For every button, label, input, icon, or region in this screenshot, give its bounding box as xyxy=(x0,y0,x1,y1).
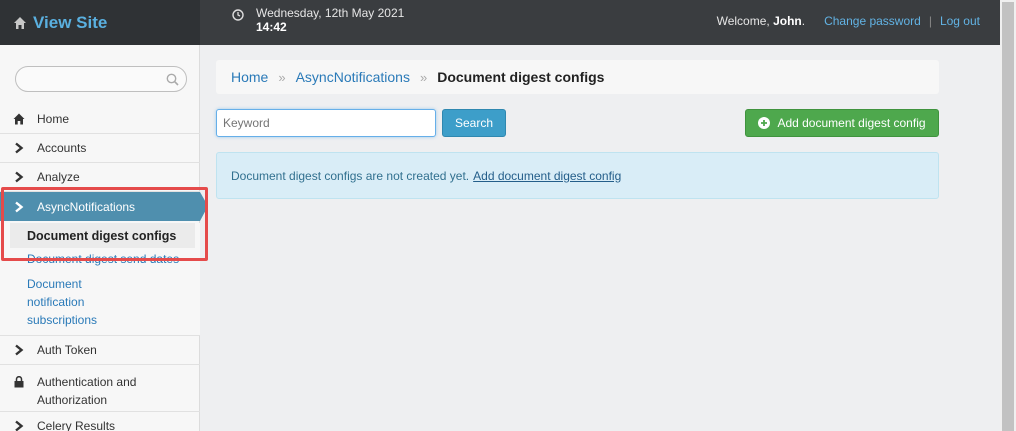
search-button[interactable]: Search xyxy=(442,109,506,137)
search-icon[interactable] xyxy=(166,73,179,86)
breadcrumb-section-link[interactable]: AsyncNotifications xyxy=(296,69,410,85)
sidebar-item-asyncnotifications[interactable]: AsyncNotifications xyxy=(0,192,208,221)
user-tools-separator: | xyxy=(928,14,932,28)
chevron-right-icon xyxy=(15,344,24,356)
sidebar-item-accounts[interactable]: Accounts xyxy=(0,134,200,163)
sidebar-search-input[interactable] xyxy=(15,66,187,92)
current-date: Wednesday, 12th May 2021 xyxy=(256,6,405,20)
keyword-search-input[interactable] xyxy=(216,109,436,137)
sidebar-item-label: Home xyxy=(37,112,70,126)
user-name: John xyxy=(773,14,802,28)
breadcrumb-current: Document digest configs xyxy=(437,69,605,85)
sidebar-item-label: Authentication and Authorization xyxy=(37,375,137,407)
breadcrumb-separator: » xyxy=(278,69,286,85)
sidebar-item-auth-token[interactable]: Auth Token xyxy=(0,336,200,365)
view-site-link[interactable]: View Site xyxy=(0,0,200,45)
welcome-text: Welcome, John. xyxy=(716,14,806,28)
breadcrumb-separator: » xyxy=(419,69,428,85)
home-icon xyxy=(13,113,25,125)
home-icon xyxy=(14,16,26,29)
brand-title[interactable]: View Site xyxy=(33,13,107,33)
asyncnotifications-submenu: Document digest configs Document digest … xyxy=(0,223,200,336)
clock-icon xyxy=(232,9,244,21)
top-header: View Site Wednesday, 12th May 2021 14:42… xyxy=(0,0,1000,45)
breadcrumb-home-link[interactable]: Home xyxy=(231,69,268,85)
sidebar-item-home[interactable]: Home xyxy=(0,105,200,134)
chevron-right-icon xyxy=(15,171,24,183)
subitem-document-digest-configs[interactable]: Document digest configs xyxy=(10,223,195,248)
sidebar: Home Accounts Analyze AsyncNotifications… xyxy=(0,45,208,431)
alert-text: Document digest configs are not created … xyxy=(231,168,470,183)
change-password-link[interactable]: Change password xyxy=(824,14,921,28)
user-tools: Welcome, John. Change password | Log out xyxy=(717,14,980,28)
chevron-right-icon xyxy=(15,420,24,431)
sidebar-item-celery-results[interactable]: Celery Results xyxy=(0,412,200,431)
chevron-right-icon xyxy=(15,142,24,154)
logout-link[interactable]: Log out xyxy=(940,14,980,28)
chevron-right-icon xyxy=(15,201,24,212)
sidebar-item-label: Analyze xyxy=(37,170,80,184)
sidebar-item-label: Auth Token xyxy=(37,343,97,357)
sidebar-nav: Home Accounts Analyze AsyncNotifications… xyxy=(0,105,208,431)
current-time: 14:42 xyxy=(256,20,287,34)
subitem-document-notification-subscriptions[interactable]: Document notification subscriptions xyxy=(0,275,140,329)
sidebar-item-label: Accounts xyxy=(37,141,87,155)
add-button-label: Add document digest config xyxy=(777,116,926,130)
datetime-display: Wednesday, 12th May 2021 14:42 xyxy=(232,7,404,34)
lock-icon xyxy=(14,376,24,388)
subitem-document-digest-send-dates[interactable]: Document digest send dates xyxy=(0,250,200,268)
breadcrumb: Home » AsyncNotifications » Document dig… xyxy=(216,60,939,94)
plus-circle-icon xyxy=(758,117,771,129)
sidebar-item-analyze[interactable]: Analyze xyxy=(0,163,200,192)
sidebar-item-authentication[interactable]: Authentication and Authorization xyxy=(0,365,200,412)
alert-add-link[interactable]: Add document digest config xyxy=(473,169,621,183)
scrollbar-thumb[interactable] xyxy=(1002,2,1014,431)
add-document-digest-config-button[interactable]: Add document digest config xyxy=(745,109,939,137)
empty-state-alert: Document digest configs are not created … xyxy=(216,152,939,199)
sidebar-item-label: Celery Results xyxy=(37,419,116,431)
sidebar-item-label: AsyncNotifications xyxy=(37,199,136,214)
page-scrollbar[interactable] xyxy=(1000,0,1016,431)
